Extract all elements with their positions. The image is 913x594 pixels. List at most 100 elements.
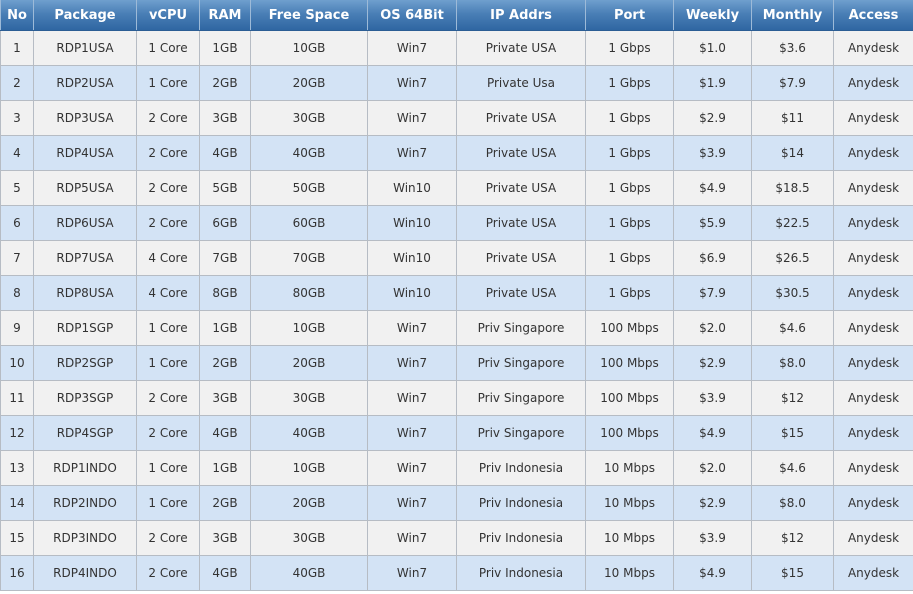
cell-vcpu: 1 Core — [136, 485, 200, 521]
cell-weekly: $2.9 — [673, 100, 752, 136]
cell-os: Win7 — [367, 100, 457, 136]
cell-no: 5 — [0, 170, 34, 206]
cell-weekly: $2.0 — [673, 310, 752, 346]
cell-free-space: 30GB — [250, 100, 368, 136]
cell-ip-addrs: Private Usa — [456, 65, 586, 101]
cell-monthly: $14 — [751, 135, 834, 171]
cell-ip-addrs: Private USA — [456, 240, 586, 276]
cell-no: 9 — [0, 310, 34, 346]
column-header-port: Port — [585, 0, 674, 31]
table-row: 1 RDP1USA 1 Core 1GB 10GB Win7 Private USA 1 Gb… — [0, 30, 913, 66]
cell-access: Anydesk — [833, 135, 913, 171]
cell-access: Anydesk — [833, 170, 913, 206]
cell-free-space: 10GB — [250, 30, 368, 66]
cell-free-space: 30GB — [250, 520, 368, 556]
cell-weekly: $4.9 — [673, 170, 752, 206]
cell-package: RDP2USA — [33, 65, 137, 101]
cell-vcpu: 2 Core — [136, 555, 200, 591]
cell-access: Anydesk — [833, 240, 913, 276]
table-row: 2 RDP2USA 1 Core 2GB 20GB Win7 Private Usa 1 Gb… — [0, 65, 913, 101]
cell-no: 2 — [0, 65, 34, 101]
cell-port: 10 Mbps — [585, 555, 674, 591]
cell-ip-addrs: Private USA — [456, 205, 586, 241]
cell-package: RDP4SGP — [33, 415, 137, 451]
cell-ip-addrs: Priv Indonesia — [456, 450, 586, 486]
cell-vcpu: 1 Core — [136, 65, 200, 101]
column-header-no: No — [0, 0, 34, 31]
cell-ram: 1GB — [199, 30, 251, 66]
cell-free-space: 70GB — [250, 240, 368, 276]
cell-access: Anydesk — [833, 485, 913, 521]
table-header: No Package vCPU RAM Free Space OS 64Bit IP Add… — [0, 0, 913, 31]
cell-package: RDP7USA — [33, 240, 137, 276]
cell-ram: 3GB — [199, 520, 251, 556]
table-row: 14 RDP2INDO 1 Core 2GB 20GB Win7 Priv Indonesi… — [0, 485, 913, 521]
table-row: 4 RDP4USA 2 Core 4GB 40GB Win7 Private USA 1 Gb… — [0, 135, 913, 171]
cell-no: 16 — [0, 555, 34, 591]
cell-vcpu: 4 Core — [136, 240, 200, 276]
column-header-vcpu: vCPU — [136, 0, 200, 31]
cell-ram: 8GB — [199, 275, 251, 311]
cell-ram: 5GB — [199, 170, 251, 206]
cell-free-space: 40GB — [250, 415, 368, 451]
cell-weekly: $1.9 — [673, 65, 752, 101]
cell-monthly: $12 — [751, 520, 834, 556]
cell-monthly: $4.6 — [751, 450, 834, 486]
cell-os: Win7 — [367, 520, 457, 556]
cell-port: 100 Mbps — [585, 415, 674, 451]
cell-port: 1 Gbps — [585, 30, 674, 66]
cell-package: RDP4INDO — [33, 555, 137, 591]
cell-ip-addrs: Priv Singapore — [456, 310, 586, 346]
cell-weekly: $2.0 — [673, 450, 752, 486]
cell-vcpu: 1 Core — [136, 450, 200, 486]
cell-no: 3 — [0, 100, 34, 136]
cell-access: Anydesk — [833, 380, 913, 416]
column-header-weekly: Weekly — [673, 0, 752, 31]
cell-weekly: $3.9 — [673, 135, 752, 171]
cell-monthly: $7.9 — [751, 65, 834, 101]
cell-port: 10 Mbps — [585, 485, 674, 521]
cell-access: Anydesk — [833, 415, 913, 451]
cell-os: Win7 — [367, 555, 457, 591]
cell-monthly: $12 — [751, 380, 834, 416]
column-header-ram: RAM — [199, 0, 251, 31]
cell-access: Anydesk — [833, 30, 913, 66]
cell-access: Anydesk — [833, 520, 913, 556]
cell-package: RDP6USA — [33, 205, 137, 241]
cell-access: Anydesk — [833, 345, 913, 381]
cell-weekly: $7.9 — [673, 275, 752, 311]
table-row: 11 RDP3SGP 2 Core 3GB 30GB Win7 Priv Singapore… — [0, 380, 913, 416]
cell-vcpu: 2 Core — [136, 380, 200, 416]
cell-weekly: $4.9 — [673, 555, 752, 591]
cell-monthly: $8.0 — [751, 345, 834, 381]
cell-ip-addrs: Priv Singapore — [456, 415, 586, 451]
table-row: 12 RDP4SGP 2 Core 4GB 40GB Win7 Priv Singapore… — [0, 415, 913, 451]
cell-port: 1 Gbps — [585, 100, 674, 136]
cell-ip-addrs: Private USA — [456, 275, 586, 311]
cell-ram: 2GB — [199, 485, 251, 521]
cell-package: RDP2INDO — [33, 485, 137, 521]
cell-monthly: $22.5 — [751, 205, 834, 241]
cell-ip-addrs: Priv Indonesia — [456, 485, 586, 521]
cell-os: Win7 — [367, 485, 457, 521]
cell-monthly: $4.6 — [751, 310, 834, 346]
cell-vcpu: 2 Core — [136, 170, 200, 206]
cell-monthly: $15 — [751, 415, 834, 451]
cell-weekly: $4.9 — [673, 415, 752, 451]
cell-port: 1 Gbps — [585, 240, 674, 276]
cell-free-space: 50GB — [250, 170, 368, 206]
table-row: 16 RDP4INDO 2 Core 4GB 40GB Win7 Priv Indonesi… — [0, 555, 913, 591]
cell-os: Win10 — [367, 275, 457, 311]
cell-weekly: $3.9 — [673, 520, 752, 556]
cell-weekly: $1.0 — [673, 30, 752, 66]
cell-port: 1 Gbps — [585, 170, 674, 206]
cell-os: Win7 — [367, 65, 457, 101]
cell-vcpu: 2 Core — [136, 520, 200, 556]
cell-ram: 1GB — [199, 450, 251, 486]
cell-no: 10 — [0, 345, 34, 381]
cell-access: Anydesk — [833, 310, 913, 346]
cell-port: 1 Gbps — [585, 135, 674, 171]
cell-vcpu: 1 Core — [136, 30, 200, 66]
table-row: 7 RDP7USA 4 Core 7GB 70GB Win10 Private USA 1 G… — [0, 240, 913, 276]
cell-monthly: $3.6 — [751, 30, 834, 66]
